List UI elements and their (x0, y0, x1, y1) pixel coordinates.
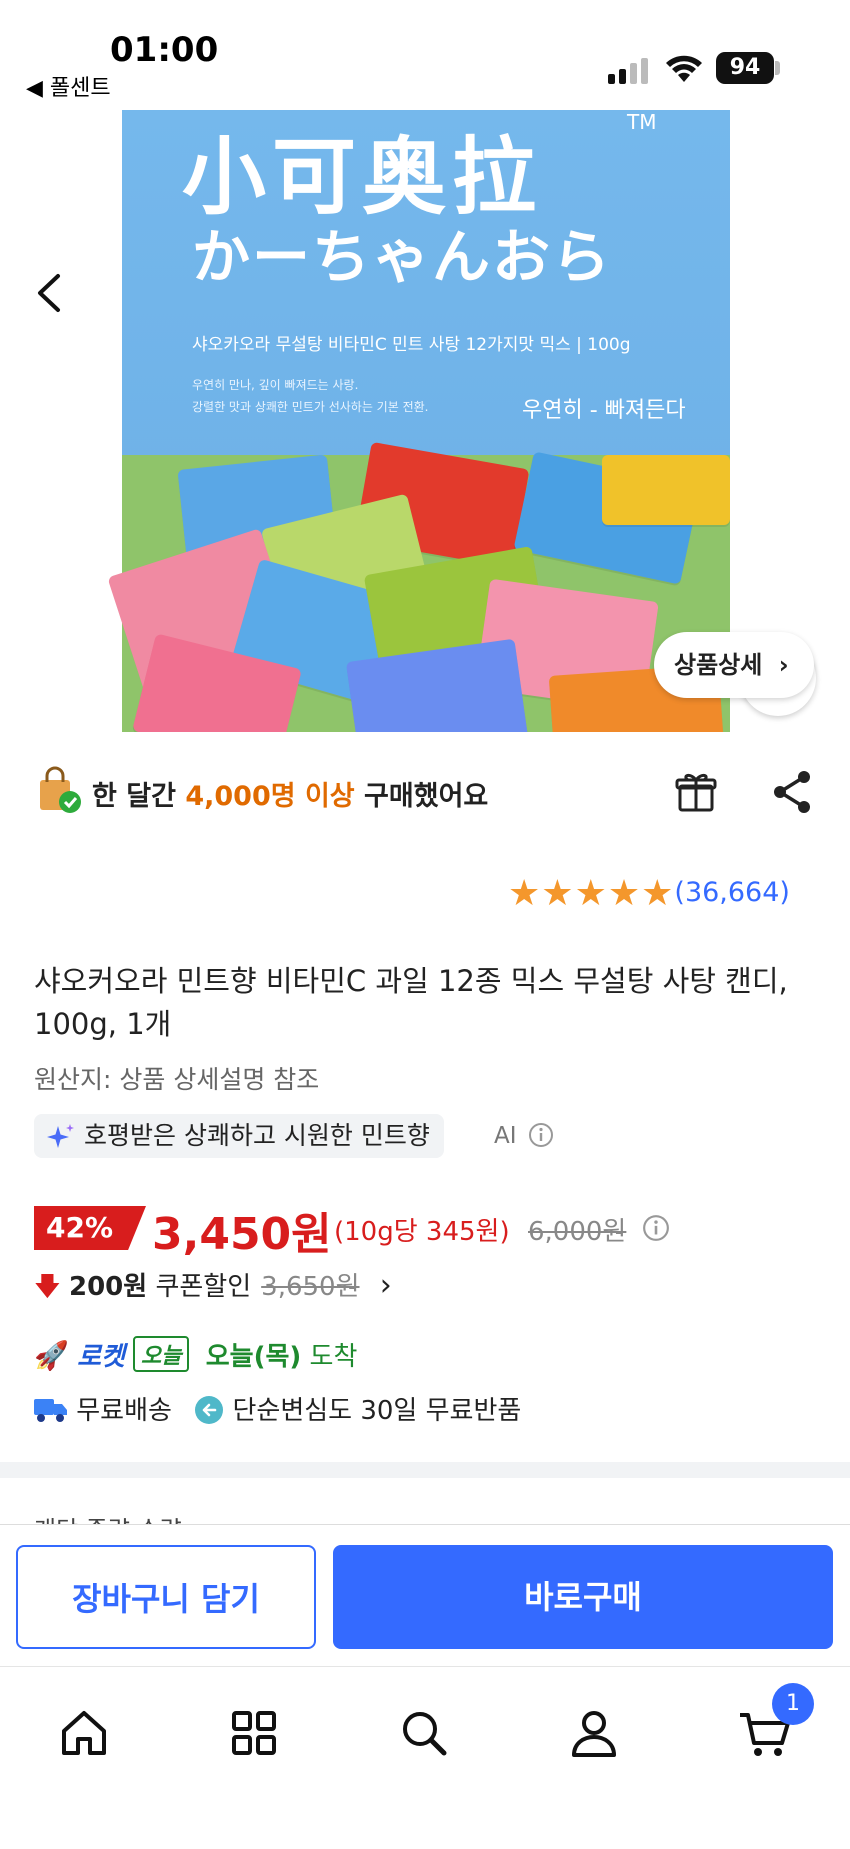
review-count[interactable]: (36,664) (674, 877, 790, 908)
categories-icon[interactable] (224, 1703, 284, 1763)
add-to-cart-button[interactable]: 장바구니 담기 (16, 1545, 316, 1649)
discount-badge: 42% (34, 1206, 146, 1250)
buy-now-button[interactable]: 바로구매 (333, 1545, 833, 1649)
unit-price: (10g당 345원) (334, 1217, 510, 1247)
wifi-icon (666, 55, 702, 82)
product-title: 샤오커오라 민트향 비타민C 과일 12종 믹스 무설탕 사탕 캔디, 100g… (34, 964, 788, 1041)
rocket-label: 로켓 (77, 1342, 125, 1372)
home-icon[interactable] (54, 1703, 114, 1763)
star-icon: ★ (574, 873, 607, 914)
battery-tip (775, 61, 780, 75)
bottom-tab-bar: 1 (0, 1666, 850, 1849)
star-icon: ★ (641, 873, 674, 914)
status-bar: 01:00 ◀ 폴센트 94 (0, 0, 850, 110)
purchase-highlight: 4,000명 이상 (185, 781, 355, 812)
product-detail-button[interactable]: 상품상세 › (654, 632, 814, 698)
purchase-action-bar: 장바구니 담기 바로구매 (0, 1524, 850, 1667)
arrival-day: 오늘(목) (205, 1342, 302, 1372)
coupon-original-price: 3,650원 (261, 1272, 360, 1302)
candy-package-image: 小可奥拉 TM かーちゃんおら 샤오카오라 무설탕 비타민C 민트 사탕 12가… (107, 110, 730, 732)
package-note-2: 강렬한 맛과 상쾌한 민트가 선사하는 기본 전환. (192, 400, 429, 414)
info-icon (528, 1123, 553, 1147)
purchase-count-row: 한 달간 4,000명 이상 구매했어요 (34, 762, 824, 822)
today-badge: 오늘 (132, 1336, 190, 1372)
cellular-signal-icon (608, 58, 648, 84)
price-info-icon[interactable] (642, 1214, 670, 1242)
ai-review-summary[interactable]: 호평받은 상쾌하고 시원한 민트향 (34, 1114, 444, 1158)
product-origin: 원산지: 상품 상세설명 참조 (34, 1065, 320, 1094)
sparkle-icon (47, 1124, 74, 1148)
purchase-suffix: 구매했어요 (354, 781, 489, 812)
product-detail-label: 상품상세 (674, 651, 763, 679)
chevron-right-icon: › (379, 1268, 392, 1303)
coupon-amount: 200원 (69, 1272, 148, 1302)
my-account-icon[interactable] (564, 1703, 624, 1763)
ai-info-label[interactable]: AI (494, 1122, 554, 1149)
candy-passionfruit-yellow (602, 455, 730, 525)
coupon-discount-row[interactable]: 🡇 200원 쿠폰할인 3,650원 › (34, 1266, 392, 1312)
rocket-delivery-row: 🚀 로켓 오늘 오늘(목) 도착 (34, 1336, 357, 1373)
status-time: 01:00 (110, 30, 219, 70)
shopping-bag-icon (40, 766, 81, 813)
star-icon: ★ (508, 873, 541, 914)
free-shipping-text: 무료배송 (76, 1396, 172, 1426)
star-rating: ★★★★★ (508, 874, 674, 914)
battery-icon: 94 (716, 52, 774, 84)
gift-icon[interactable] (674, 770, 718, 814)
back-arrow-icon[interactable] (30, 268, 70, 318)
package-description: 샤오카오라 무설탕 비타민C 민트 사탕 12가지맛 믹스 | 100g (192, 335, 631, 355)
search-icon[interactable] (394, 1703, 454, 1763)
package-note-1: 우연히 만나, 깊이 빠져드는 사랑. (192, 378, 359, 392)
package-brand-jp: かーちゃんおら (192, 223, 613, 291)
rating-row[interactable]: ★★★★★(36,664) (508, 874, 790, 914)
original-price: 6,000원 (528, 1211, 626, 1248)
back-to-app-link[interactable]: ◀ 폴센트 (26, 70, 111, 102)
package-trademark: TM (627, 110, 657, 134)
chevron-right-icon: › (778, 651, 789, 679)
cart-count-badge: 1 (772, 1683, 814, 1725)
star-icon: ★ (607, 873, 641, 914)
coupon-label: 쿠폰할인 (147, 1272, 252, 1302)
purchase-count-text: 한 달간 4,000명 이상 구매했어요 (92, 774, 488, 813)
truck-icon (34, 1399, 67, 1422)
original-price-text: 6,000원 (528, 1217, 627, 1247)
ai-label-text: AI (494, 1123, 517, 1149)
free-return-text: 단순변심도 30일 무료반품 (232, 1396, 522, 1426)
ai-summary-text: 호평받은 상쾌하고 시원한 민트향 (84, 1121, 430, 1150)
purchase-prefix: 한 달간 (92, 781, 186, 812)
rocket-icon: 🚀 (34, 1339, 69, 1372)
arrival-word: 도착 (309, 1342, 358, 1372)
share-icon[interactable] (770, 768, 814, 816)
shipping-row: 무료배송 단순변심도 30일 무료반품 (34, 1390, 521, 1427)
sale-price: 3,450원 (152, 1209, 332, 1260)
package-slogan: 우연히 - 빠져든다 (522, 398, 686, 423)
down-arrow-icon: 🡇 (34, 1272, 61, 1302)
star-icon: ★ (541, 873, 574, 914)
return-icon (195, 1396, 224, 1424)
section-divider (0, 1462, 850, 1478)
